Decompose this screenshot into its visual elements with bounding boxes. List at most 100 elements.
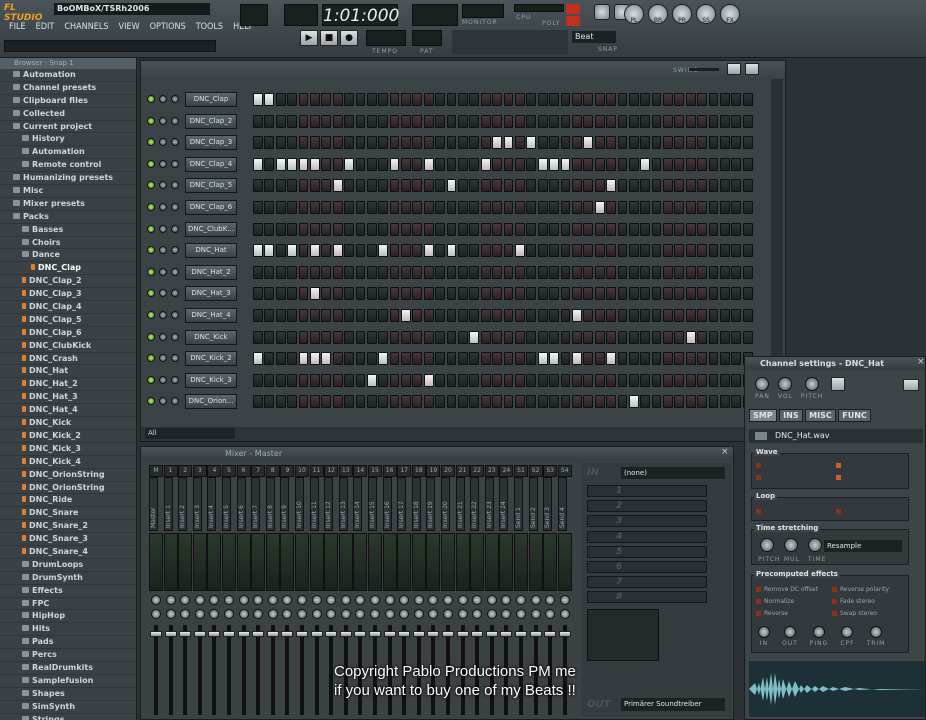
- mixer-volume-fader[interactable]: [208, 625, 221, 715]
- step-button[interactable]: [674, 179, 685, 193]
- channel-button[interactable]: DNC_Kick: [185, 329, 237, 345]
- step-button[interactable]: [663, 330, 673, 344]
- step-button[interactable]: [423, 136, 434, 150]
- step-button[interactable]: [583, 114, 594, 128]
- step-button[interactable]: [355, 309, 366, 322]
- step-sequencer-icon[interactable]: SS: [696, 4, 716, 24]
- channel-button[interactable]: DNC_Clap: [185, 92, 237, 107]
- step-button[interactable]: [503, 352, 514, 366]
- channel-mute-led[interactable]: [147, 246, 155, 255]
- step-button[interactable]: [742, 157, 753, 171]
- fader-cap[interactable]: [485, 631, 498, 637]
- browser-item[interactable]: Strings: [0, 714, 136, 720]
- browser-item[interactable]: Collected: [0, 108, 136, 121]
- step-button[interactable]: [731, 201, 742, 214]
- channel-volume-knob[interactable]: [171, 267, 179, 276]
- step-button[interactable]: [480, 157, 491, 171]
- mixer-track[interactable]: 1 Insert 1: [163, 465, 178, 715]
- step-button[interactable]: [389, 373, 400, 387]
- tempo-display[interactable]: [366, 30, 406, 46]
- step-button[interactable]: [321, 395, 332, 409]
- mixer-volume-fader[interactable]: [310, 625, 323, 715]
- step-button[interactable]: [526, 309, 537, 322]
- step-button[interactable]: [355, 330, 366, 344]
- mixer-stereo-knob[interactable]: [501, 609, 512, 619]
- step-button[interactable]: [708, 136, 719, 150]
- step-button[interactable]: [549, 330, 559, 344]
- channel-button[interactable]: DNC_ClubK...: [185, 221, 237, 237]
- channel-pan-knob[interactable]: [159, 354, 167, 363]
- step-button[interactable]: [389, 265, 400, 279]
- stretch-time-knob[interactable]: [808, 538, 822, 552]
- step-button[interactable]: [287, 287, 297, 301]
- channel-pan-knob[interactable]: [159, 311, 167, 319]
- menu-edit[interactable]: EDIT: [31, 20, 60, 36]
- mixer-stereo-knob[interactable]: [311, 609, 322, 619]
- mixer-volume-fader[interactable]: [281, 625, 294, 715]
- mixer-pan-knob[interactable]: [253, 595, 264, 605]
- browser-item[interactable]: Clipboard files: [0, 95, 136, 108]
- browser-item[interactable]: DNC_Kick_3: [0, 443, 136, 456]
- step-button[interactable]: [640, 222, 651, 236]
- step-button[interactable]: [287, 179, 297, 193]
- channel-volume-knob[interactable]: [171, 354, 179, 363]
- step-button[interactable]: [606, 352, 616, 366]
- step-button[interactable]: [355, 157, 366, 171]
- step-button[interactable]: [720, 330, 730, 344]
- step-button[interactable]: [708, 201, 719, 214]
- step-button[interactable]: [731, 114, 742, 128]
- step-button[interactable]: [731, 373, 742, 387]
- step-button[interactable]: [480, 201, 491, 214]
- out-control[interactable]: OUT: [782, 626, 798, 647]
- step-button[interactable]: [446, 373, 457, 387]
- step-button[interactable]: [674, 244, 685, 258]
- channel-pan-knob[interactable]: [159, 289, 167, 298]
- step-button[interactable]: [720, 244, 730, 258]
- step-button[interactable]: [651, 222, 662, 236]
- step-button[interactable]: [469, 309, 480, 322]
- step-button[interactable]: [492, 136, 502, 150]
- step-button[interactable]: [720, 265, 730, 279]
- step-button[interactable]: [480, 373, 491, 387]
- step-button[interactable]: [628, 222, 639, 236]
- step-button[interactable]: [708, 330, 719, 344]
- step-button[interactable]: [253, 114, 263, 128]
- step-button[interactable]: [560, 373, 571, 387]
- fader-cap[interactable]: [296, 631, 308, 637]
- master-volume-slider[interactable]: [240, 4, 268, 26]
- browser-item[interactable]: DNC_Snare: [0, 507, 136, 521]
- mixer-stereo-knob[interactable]: [516, 609, 526, 619]
- step-button[interactable]: [571, 330, 582, 344]
- pitch-knob[interactable]: [805, 377, 820, 391]
- step-button[interactable]: [742, 309, 753, 322]
- channel-button[interactable]: DNC_Hat_4: [185, 308, 237, 323]
- step-button[interactable]: [685, 136, 696, 150]
- step-button[interactable]: [366, 93, 377, 106]
- step-button[interactable]: [628, 114, 639, 128]
- channel-mute-led[interactable]: [147, 95, 155, 103]
- step-button[interactable]: [503, 222, 514, 236]
- step-button[interactable]: [537, 309, 548, 322]
- fader-cap[interactable]: [544, 631, 557, 637]
- step-button[interactable]: [583, 93, 594, 106]
- channel-pan-knob[interactable]: [159, 116, 167, 125]
- step-button[interactable]: [674, 114, 685, 128]
- mixer-pan-knob[interactable]: [311, 595, 322, 605]
- channel-mute-led[interactable]: [147, 116, 155, 125]
- step-button[interactable]: [697, 93, 708, 106]
- menu-options[interactable]: OPTIONS: [145, 20, 191, 36]
- step-button[interactable]: [514, 114, 525, 128]
- step-button[interactable]: [720, 93, 730, 106]
- fx-slot[interactable]: 1: [587, 485, 707, 497]
- step-button[interactable]: [435, 222, 446, 236]
- step-button[interactable]: [720, 373, 730, 387]
- step-button[interactable]: [514, 157, 525, 171]
- step-button[interactable]: [628, 287, 639, 301]
- fader-cap[interactable]: [471, 631, 484, 637]
- step-button[interactable]: [549, 114, 559, 128]
- remove-dc-offset-option[interactable]: Remove DC offset: [756, 586, 818, 593]
- step-button[interactable]: [571, 352, 582, 366]
- step-button[interactable]: [708, 222, 719, 236]
- fader-cap[interactable]: [223, 631, 235, 637]
- step-button[interactable]: [298, 222, 309, 236]
